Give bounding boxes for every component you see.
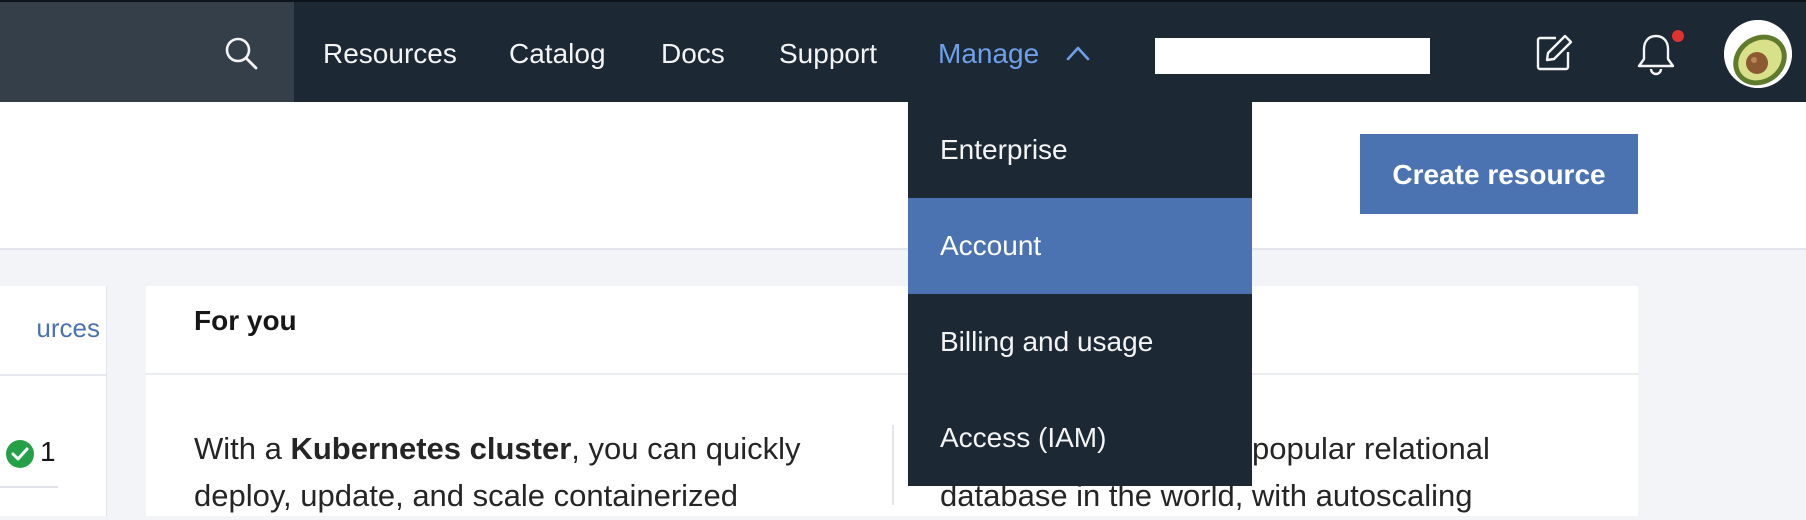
- manage-dropdown-menu: Enterprise Account Billing and usage Acc…: [908, 102, 1252, 486]
- top-nav: Resources Catalog Docs Support Manage: [0, 0, 1806, 102]
- divider: [0, 486, 58, 488]
- search-area[interactable]: [0, 2, 294, 102]
- avocado-icon: [1724, 20, 1792, 88]
- avatar[interactable]: [1724, 20, 1792, 88]
- chevron-up-icon[interactable]: [1065, 42, 1091, 64]
- column-divider: [892, 425, 894, 505]
- bell-icon[interactable]: [1635, 32, 1677, 76]
- nav-support[interactable]: Support: [779, 2, 877, 102]
- kubernetes-link[interactable]: Kubernetes cluster: [290, 431, 571, 466]
- resources-link[interactable]: urces: [0, 286, 100, 366]
- menu-item-account[interactable]: Account: [908, 198, 1252, 294]
- kubernetes-text-line1: With a Kubernetes cluster, you can quick…: [194, 431, 801, 466]
- nav-resources[interactable]: Resources: [323, 2, 457, 102]
- search-icon[interactable]: [222, 34, 260, 72]
- account-switcher[interactable]: [1155, 38, 1430, 74]
- divider: [0, 374, 106, 376]
- divider: [146, 373, 1638, 375]
- notification-dot: [1672, 30, 1684, 42]
- check-circle-icon: [6, 440, 34, 468]
- menu-item-access-iam[interactable]: Access (IAM): [908, 390, 1252, 486]
- card-title: For you: [194, 305, 297, 336]
- kubernetes-text-line2: deploy, update, and scale containerized: [194, 478, 739, 513]
- nav-manage[interactable]: Manage: [938, 2, 1039, 102]
- create-resource-button[interactable]: Create resource: [1360, 134, 1638, 214]
- nav-catalog[interactable]: Catalog: [509, 2, 606, 102]
- resource-count: 1: [40, 436, 56, 467]
- database-text-line1: popular relational: [1252, 431, 1490, 466]
- edit-icon[interactable]: [1534, 33, 1574, 73]
- nav-docs[interactable]: Docs: [661, 2, 725, 102]
- menu-item-billing-and-usage[interactable]: Billing and usage: [908, 294, 1252, 390]
- menu-item-enterprise[interactable]: Enterprise: [908, 102, 1252, 198]
